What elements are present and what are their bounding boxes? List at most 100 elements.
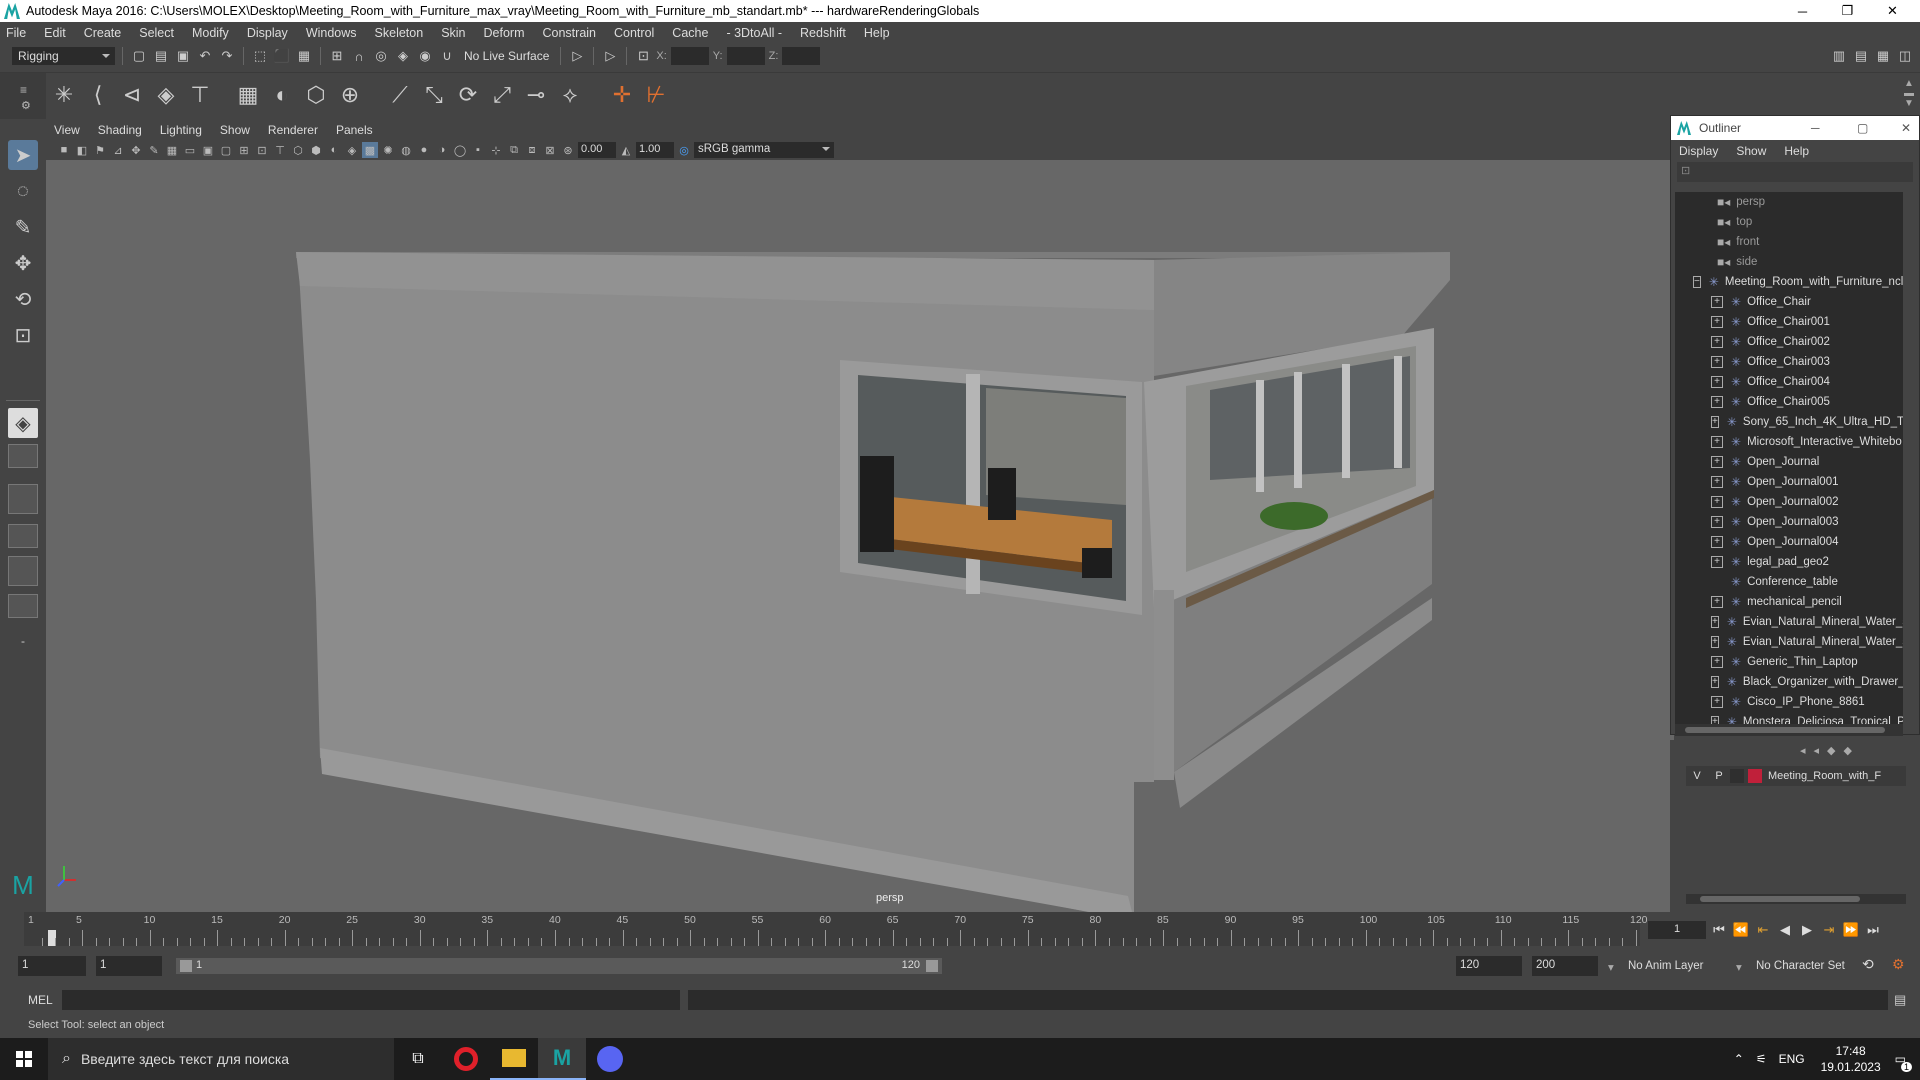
- step-back-frame-icon[interactable]: ⏪: [1732, 922, 1750, 938]
- script-editor-icon[interactable]: ▤: [1894, 992, 1906, 1008]
- snap-point-icon[interactable]: ◎: [372, 47, 390, 65]
- orient-joint-icon[interactable]: ⊤: [184, 79, 216, 111]
- menu-set-dropdown[interactable]: Rigging: [12, 47, 115, 65]
- outliner-root-row[interactable]: − ✳ Meeting_Room_with_Furniture_ncl: [1675, 272, 1903, 292]
- outliner-camera-row[interactable]: ■◂ front: [1675, 232, 1903, 252]
- expand-icon[interactable]: +: [1711, 396, 1723, 408]
- menu-redshift[interactable]: Redshift: [800, 26, 846, 40]
- pole-vector-icon[interactable]: ⟡: [554, 79, 586, 111]
- outliner-node-row[interactable]: + ✳ Cisco_IP_Phone_8861: [1675, 692, 1903, 712]
- color-management-icon[interactable]: ◎: [676, 142, 692, 158]
- anim-layer-dropdown[interactable]: No Anim Layer: [1628, 960, 1703, 972]
- camera-attributes-icon[interactable]: ◧: [74, 142, 90, 158]
- use-default-material-icon[interactable]: ◐: [326, 142, 342, 158]
- outliner-menu-show[interactable]: Show: [1736, 144, 1766, 158]
- clock[interactable]: 17:48 19.01.2023: [1821, 1043, 1881, 1075]
- gamma-field[interactable]: 1.00: [636, 142, 674, 158]
- new-scene-icon[interactable]: ▢: [130, 47, 148, 65]
- animation-start-field[interactable]: 1: [18, 956, 86, 976]
- select-object-icon[interactable]: ⬛: [273, 47, 291, 65]
- z-field[interactable]: [782, 47, 821, 65]
- menu-control[interactable]: Control: [614, 26, 654, 40]
- outliner-node-row[interactable]: + ✳ Open_Journal002: [1675, 492, 1903, 512]
- menu-cache[interactable]: Cache: [672, 26, 708, 40]
- outliner-node-row[interactable]: + ✳ Evian_Natural_Mineral_Water_5: [1675, 632, 1903, 652]
- locator-icon[interactable]: ✛: [606, 79, 638, 111]
- camera-select-icon[interactable]: ■: [56, 142, 72, 158]
- opera-icon[interactable]: [442, 1038, 490, 1080]
- go-to-end-icon[interactable]: ⏭: [1864, 922, 1882, 938]
- snap-curve-icon[interactable]: ∩: [350, 47, 368, 65]
- four-view-layout-icon[interactable]: [8, 444, 38, 468]
- x-field[interactable]: [670, 47, 709, 65]
- grease-pencil-icon[interactable]: ✎: [146, 142, 162, 158]
- image-plane-icon[interactable]: ⊿: [110, 142, 126, 158]
- maya-taskbar-icon[interactable]: M: [538, 1038, 586, 1080]
- discord-icon[interactable]: [586, 1038, 634, 1080]
- expand-icon[interactable]: +: [1711, 316, 1723, 328]
- auto-key-icon[interactable]: ⟲: [1862, 956, 1874, 973]
- gamma-icon[interactable]: ◭: [618, 142, 634, 158]
- outliner-node-row[interactable]: + ✳ Office_Chair002: [1675, 332, 1903, 352]
- outliner-menu-display[interactable]: Display: [1679, 144, 1718, 158]
- expand-icon[interactable]: +: [1711, 656, 1723, 668]
- task-view-icon[interactable]: ⧉: [394, 1038, 442, 1080]
- joint-tool-icon[interactable]: ✳: [48, 79, 80, 111]
- expand-icon[interactable]: +: [1711, 556, 1723, 568]
- attribute-editor-icon[interactable]: ▤: [1852, 47, 1870, 65]
- expand-icon[interactable]: +: [1711, 416, 1719, 428]
- outliner-maximize-button[interactable]: ▢: [1857, 121, 1868, 135]
- outliner-camera-row[interactable]: ■◂ persp: [1675, 192, 1903, 212]
- shelf-settings-icon[interactable]: ⚙: [21, 99, 31, 112]
- outliner-menu-help[interactable]: Help: [1784, 144, 1809, 158]
- time-slider[interactable]: 1 5 10 15 20 25 30 35 40 45 50 55 60 65 70 75 80 85 90 95 1…: [0, 912, 1920, 946]
- layer-playback-toggle[interactable]: P: [1708, 770, 1730, 782]
- notifications-icon[interactable]: ▭ 1: [1895, 1052, 1912, 1072]
- redo-icon[interactable]: ↷: [218, 47, 236, 65]
- viewport-menu-lighting[interactable]: Lighting: [160, 123, 202, 137]
- layer-type-toggle[interactable]: [1730, 769, 1744, 783]
- menu-modify[interactable]: Modify: [192, 26, 229, 40]
- xray-joints-icon[interactable]: ⧈: [524, 142, 540, 158]
- outliner-minimize-button[interactable]: ─: [1811, 121, 1820, 135]
- expand-icon[interactable]: +: [1711, 496, 1723, 508]
- isolate-select-icon[interactable]: ⊹: [488, 142, 504, 158]
- scrollbar-thumb[interactable]: [1685, 727, 1885, 733]
- safe-action-icon[interactable]: ⊡: [254, 142, 270, 158]
- maya-home-icon[interactable]: M: [8, 870, 38, 900]
- outliner-node-row[interactable]: + ✳ Monstera_Deliciosa_Tropical_Pl: [1675, 712, 1903, 724]
- close-button[interactable]: ✕: [1870, 0, 1915, 22]
- playback-end-field[interactable]: 120: [1456, 956, 1522, 976]
- persp-outliner-graph-layout-icon[interactable]: [8, 594, 38, 618]
- scrollbar-thumb[interactable]: [1700, 896, 1860, 902]
- menu-select[interactable]: Select: [139, 26, 174, 40]
- expand-icon[interactable]: +: [1711, 456, 1723, 468]
- shelf-menu-icon[interactable]: ≡: [20, 83, 27, 97]
- rotate-tool-icon[interactable]: ⟲: [8, 284, 38, 314]
- exposure-field[interactable]: 0.00: [578, 142, 616, 158]
- display-layer-row[interactable]: V P Meeting_Room_with_F: [1686, 766, 1906, 786]
- wireframe-icon[interactable]: ⬡: [290, 142, 306, 158]
- viewport-menu-view[interactable]: View: [54, 123, 80, 137]
- motion-blur-icon[interactable]: ◑: [434, 142, 450, 158]
- perspective-viewport[interactable]: persp: [46, 160, 1674, 912]
- scale-tool-icon[interactable]: ⊡: [8, 320, 38, 350]
- show-hidden-icons-icon[interactable]: ⌃: [1734, 1052, 1744, 1066]
- step-back-key-icon[interactable]: ⇤: [1754, 922, 1772, 938]
- parent-constraint-icon[interactable]: ⟋: [384, 79, 416, 111]
- orient-constraint-icon[interactable]: ⟳: [452, 79, 484, 111]
- lasso-tool-icon[interactable]: ◌: [8, 176, 38, 206]
- open-scene-icon[interactable]: ▤: [152, 47, 170, 65]
- viewport-menu-shading[interactable]: Shading: [98, 123, 142, 137]
- move-tool-icon[interactable]: ✥: [8, 248, 38, 278]
- outliner-node-row[interactable]: + ✳ Sony_65_Inch_4K_Ultra_HD_TV: [1675, 412, 1903, 432]
- expand-icon[interactable]: +: [1711, 596, 1723, 608]
- dropdown-arrow-icon[interactable]: ▾: [1608, 960, 1614, 974]
- paint-select-icon[interactable]: ✎: [8, 212, 38, 242]
- expand-icon[interactable]: +: [1711, 376, 1723, 388]
- step-forward-frame-icon[interactable]: ⏩: [1842, 922, 1860, 938]
- layer-hscrollbar[interactable]: [1686, 894, 1906, 904]
- textured-icon[interactable]: ▩: [362, 142, 378, 158]
- outliner-node-row[interactable]: + ✳ Office_Chair004: [1675, 372, 1903, 392]
- file-explorer-icon[interactable]: [490, 1038, 538, 1080]
